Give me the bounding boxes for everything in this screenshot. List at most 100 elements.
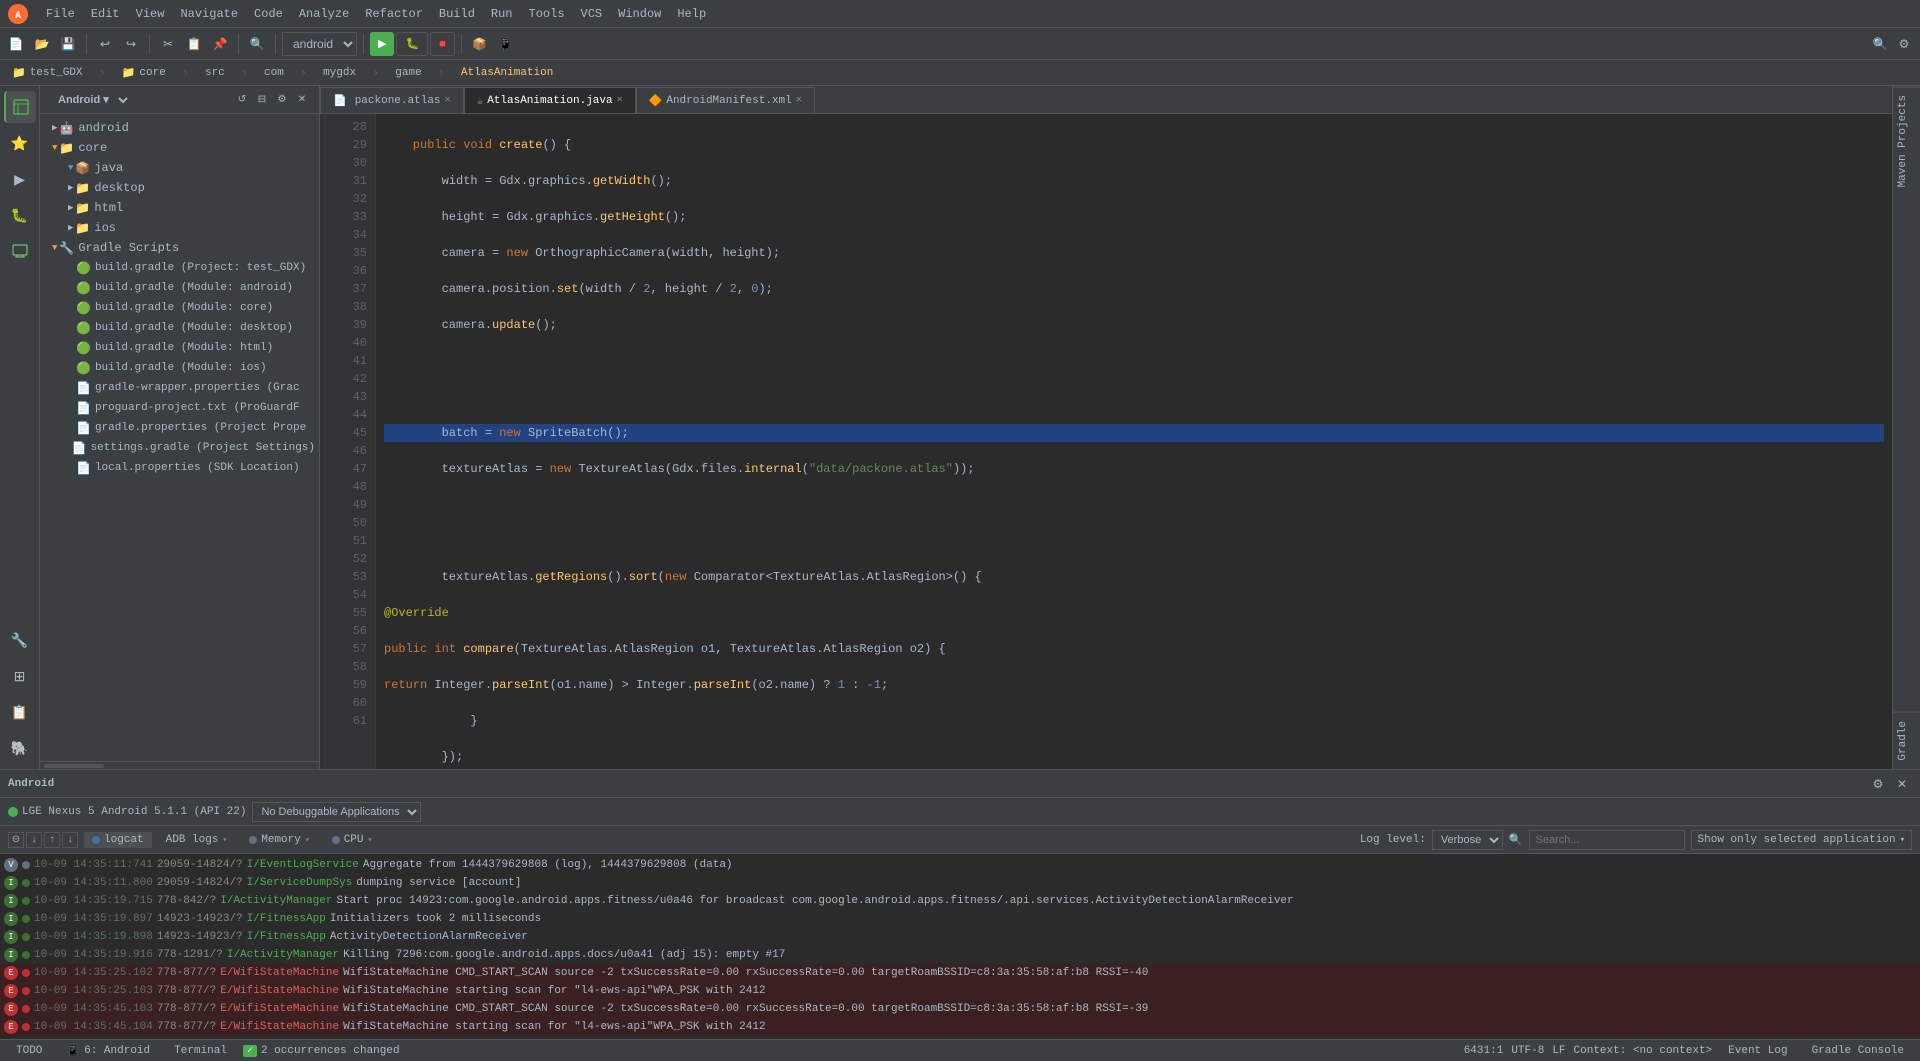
logcat-clear-btn[interactable]: ⊝: [8, 832, 24, 848]
breadcrumb-com[interactable]: com: [256, 65, 292, 81]
log-level-select[interactable]: Verbose Debug Info Warn Error Assert: [1432, 830, 1503, 850]
menu-vcs[interactable]: VCS: [575, 5, 609, 23]
code-content[interactable]: public void create() { width = Gdx.graph…: [376, 114, 1892, 769]
project-view-select[interactable]: Android ▾: [48, 88, 131, 112]
breadcrumb-class[interactable]: AtlasAnimation: [453, 65, 561, 81]
tree-item-gradle-scripts[interactable]: ▼ 🔧 Gradle Scripts: [40, 238, 319, 258]
atlasanimation-close-btn[interactable]: ✕: [617, 96, 623, 106]
settings-btn[interactable]: ⚙: [1892, 32, 1916, 56]
build-variants-btn[interactable]: 🔧: [4, 624, 36, 656]
breadcrumb-root[interactable]: 📁 test_GDX: [4, 64, 91, 82]
tree-item-android[interactable]: ▶ 🤖 android: [40, 118, 319, 138]
panel-sync-btn[interactable]: ↺: [233, 91, 251, 109]
file-tab-androidmanifest[interactable]: 🔶 AndroidManifest.xml ✕: [636, 87, 815, 113]
undo-btn[interactable]: ↩: [93, 32, 117, 56]
tree-item-local-properties[interactable]: 📄 local.properties (SDK Location): [40, 458, 319, 478]
menu-build[interactable]: Build: [433, 5, 481, 23]
show-selected-app-btn[interactable]: Show only selected application ▾: [1691, 830, 1912, 850]
breadcrumb-mygdx[interactable]: mygdx: [315, 65, 364, 81]
tree-item-gradle-wrapper[interactable]: 📄 gradle-wrapper.properties (Grac: [40, 378, 319, 398]
menu-help[interactable]: Help: [671, 5, 712, 23]
save-btn[interactable]: 💾: [56, 32, 80, 56]
panel-scroll-bar[interactable]: [40, 761, 319, 769]
copy-btn[interactable]: 📋: [182, 32, 206, 56]
panel-scroll-thumb[interactable]: [44, 764, 104, 768]
logcat-down-btn[interactable]: ↓: [62, 832, 78, 848]
event-log-btn[interactable]: 📋: [4, 696, 36, 728]
tree-item-desktop[interactable]: ▶ 📁 desktop: [40, 178, 319, 198]
breadcrumb-src[interactable]: src: [197, 65, 233, 81]
tree-item-html[interactable]: ▶ 📁 html: [40, 198, 319, 218]
run-config-dropdown[interactable]: android: [282, 32, 357, 56]
gradle-console-tab[interactable]: Gradle Console: [1804, 1043, 1912, 1059]
line-separator[interactable]: LF: [1552, 1045, 1565, 1057]
menu-edit[interactable]: Edit: [85, 5, 126, 23]
tree-item-build-gradle-android[interactable]: 🟢 build.gradle (Module: android): [40, 278, 319, 298]
menu-navigate[interactable]: Navigate: [174, 5, 244, 23]
tree-item-build-gradle-project[interactable]: 🟢 build.gradle (Project: test_GDX): [40, 258, 319, 278]
logcat-tab-logcat[interactable]: logcat: [84, 832, 152, 848]
logcat-tab-adb[interactable]: ADB logs ▾: [158, 832, 236, 848]
tree-item-build-gradle-html[interactable]: 🟢 build.gradle (Module: html): [40, 338, 319, 358]
event-log-tab[interactable]: Event Log: [1720, 1043, 1795, 1059]
logcat-tab-cpu[interactable]: CPU ▾: [324, 832, 381, 848]
breadcrumb-game[interactable]: game: [387, 65, 429, 81]
run-button[interactable]: ▶: [370, 32, 394, 56]
paste-btn[interactable]: 📌: [208, 32, 232, 56]
open-btn[interactable]: 📂: [30, 32, 54, 56]
search-everywhere-btn[interactable]: 🔍: [1868, 32, 1892, 56]
tree-item-build-gradle-ios[interactable]: 🟢 build.gradle (Module: ios): [40, 358, 319, 378]
menu-view[interactable]: View: [130, 5, 171, 23]
panel-close-btn[interactable]: ✕: [293, 91, 311, 109]
log-search-input[interactable]: [1529, 830, 1685, 850]
breadcrumb-core[interactable]: 📁 core: [114, 64, 174, 82]
tree-item-settings-gradle[interactable]: 📄 settings.gradle (Project Settings): [40, 438, 319, 458]
tree-item-ios[interactable]: ▶ 📁 ios: [40, 218, 319, 238]
logcat-tab-memory[interactable]: Memory ▾: [241, 832, 317, 848]
menu-analyze[interactable]: Analyze: [293, 5, 355, 23]
logcat-scroll-btn[interactable]: ↓: [26, 832, 42, 848]
terminal-status-tab[interactable]: Terminal: [166, 1043, 235, 1059]
terminal-btn-left[interactable]: ⊞: [4, 660, 36, 692]
bottom-settings-btn[interactable]: ⚙: [1868, 774, 1888, 794]
app-select[interactable]: No Debuggable Applications: [252, 802, 421, 822]
packone-close-btn[interactable]: ✕: [445, 96, 451, 106]
gradle-btn[interactable]: 🐘: [4, 732, 36, 764]
tree-item-core[interactable]: ▼ 📁 core: [40, 138, 319, 158]
android-status-tab[interactable]: 📱 6: Android: [58, 1042, 158, 1060]
encoding[interactable]: UTF-8: [1511, 1045, 1544, 1057]
gradle-side-tab[interactable]: Gradle: [1893, 712, 1920, 769]
sdk-manager-btn[interactable]: 📦: [468, 32, 492, 56]
project-view-btn[interactable]: [4, 91, 36, 123]
tree-item-build-gradle-desktop[interactable]: 🟢 build.gradle (Module: desktop): [40, 318, 319, 338]
avd-manager-btn[interactable]: 📱: [494, 32, 518, 56]
stop-button[interactable]: ■: [430, 32, 455, 56]
run-btn-left[interactable]: ▶: [4, 163, 36, 195]
tree-item-proguard[interactable]: 📄 proguard-project.txt (ProGuardF: [40, 398, 319, 418]
tree-item-gradle-properties[interactable]: 📄 gradle.properties (Project Prope: [40, 418, 319, 438]
cursor-position[interactable]: 6431:1: [1464, 1045, 1504, 1057]
menu-code[interactable]: Code: [248, 5, 289, 23]
favorites-btn[interactable]: ⭐: [4, 127, 36, 159]
file-tab-packone[interactable]: 📄 packone.atlas ✕: [320, 87, 464, 113]
redo-btn[interactable]: ↪: [119, 32, 143, 56]
menu-refactor[interactable]: Refactor: [359, 5, 429, 23]
logcat-up-btn[interactable]: ↑: [44, 832, 60, 848]
new-file-btn[interactable]: 📄: [4, 32, 28, 56]
panel-settings-btn[interactable]: ⚙: [273, 91, 291, 109]
android-monitor-btn[interactable]: [4, 235, 36, 267]
cut-btn[interactable]: ✂: [156, 32, 180, 56]
file-tab-atlasanimation[interactable]: ☕ AtlasAnimation.java ✕: [464, 87, 636, 113]
bottom-close-btn[interactable]: ✕: [1892, 774, 1912, 794]
panel-collapse-btn[interactable]: ⊟: [253, 91, 271, 109]
menu-run[interactable]: Run: [485, 5, 519, 23]
log-content[interactable]: V 10-09 14:35:11:741 29059-14824/? I/Eve…: [0, 854, 1920, 1039]
tree-item-build-gradle-core[interactable]: 🟢 build.gradle (Module: core): [40, 298, 319, 318]
androidmanifest-close-btn[interactable]: ✕: [796, 96, 802, 106]
menu-window[interactable]: Window: [612, 5, 667, 23]
maven-projects-tab[interactable]: Maven Projects: [1893, 86, 1920, 195]
menu-file[interactable]: File: [40, 5, 81, 23]
debug-btn-left[interactable]: 🐛: [4, 199, 36, 231]
find-btn[interactable]: 🔍: [245, 32, 269, 56]
todo-tab[interactable]: TODO: [8, 1043, 50, 1059]
